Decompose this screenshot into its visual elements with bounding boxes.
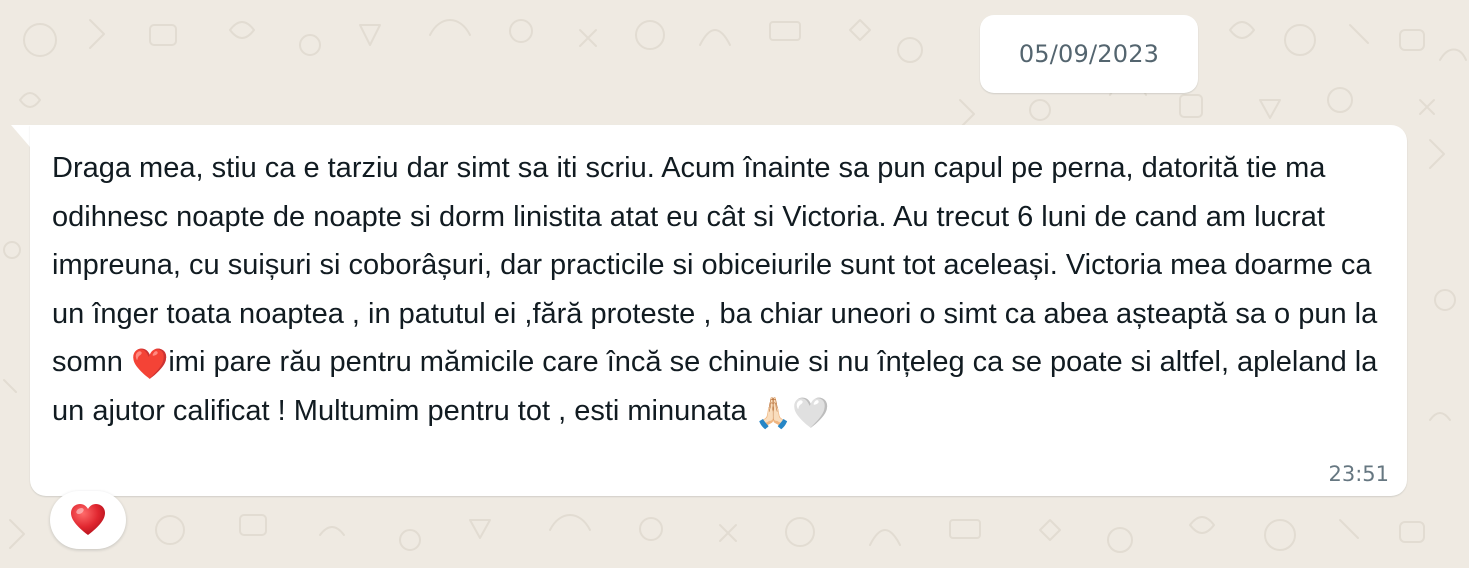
- message-bubble-tail: [11, 125, 30, 147]
- folded-hands-emoji: 🙏🏻: [754, 396, 793, 430]
- white-heart-emoji: 🤍: [792, 396, 830, 430]
- message-text-part-2: imi pare rău pentru mămicile care încă s…: [52, 346, 1378, 427]
- message-timestamp: 23:51: [1328, 462, 1389, 486]
- incoming-message-bubble[interactable]: Draga mea, stiu ca e tarziu dar simt sa …: [30, 125, 1407, 496]
- red-heart-icon: [71, 504, 105, 535]
- message-text: Draga mea, stiu ca e tarziu dar simt sa …: [52, 144, 1392, 435]
- message-reaction[interactable]: [50, 491, 126, 549]
- date-separator: 05/09/2023: [980, 15, 1198, 93]
- red-heart-emoji: ❤️: [130, 348, 169, 381]
- message-text-part-1: Draga mea, stiu ca e tarziu dar simt sa …: [52, 152, 1378, 378]
